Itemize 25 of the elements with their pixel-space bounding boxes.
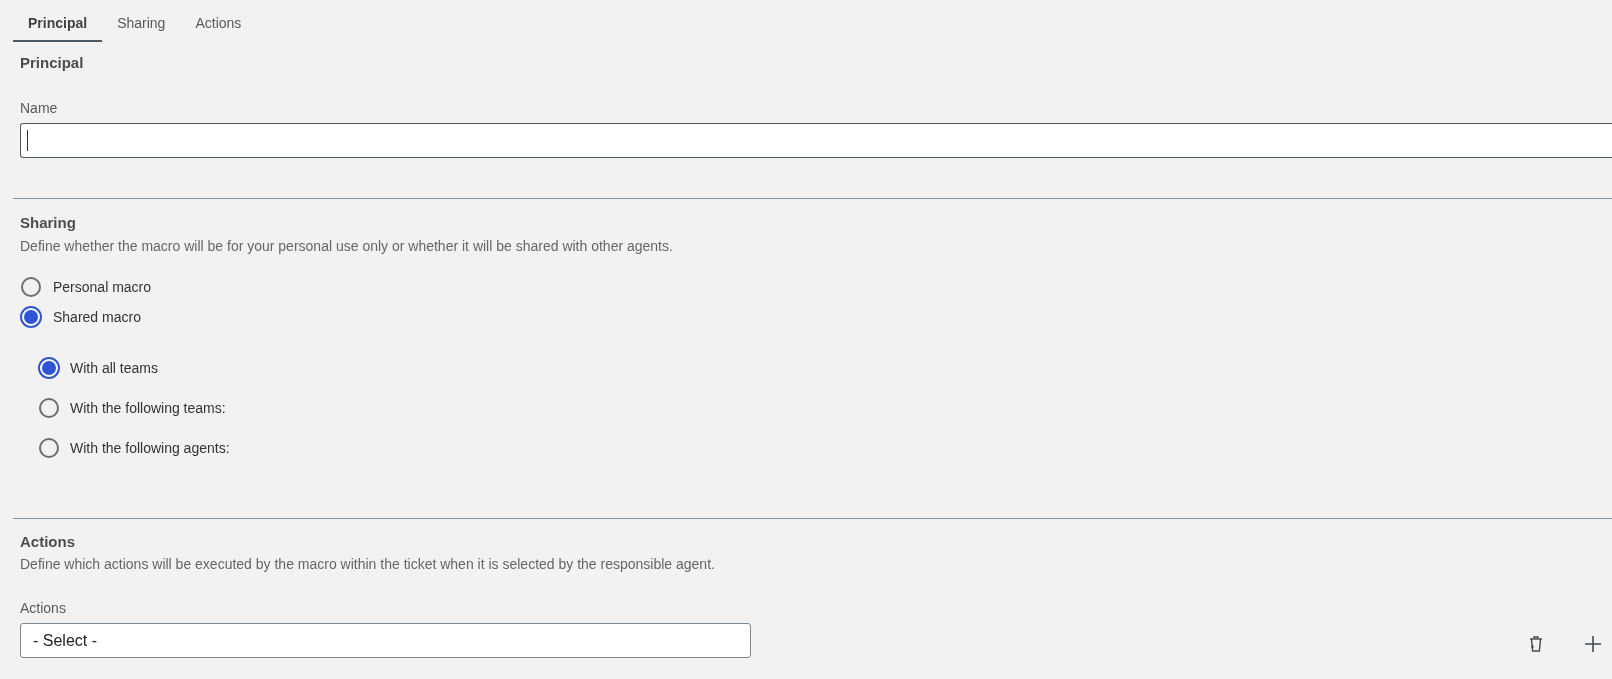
field-label: Actions [20, 600, 66, 616]
section-heading: Sharing [20, 214, 76, 232]
actions-select-field[interactable]: - Select - [20, 623, 751, 658]
section-heading: Principal [20, 54, 84, 72]
radio-button[interactable] [21, 277, 41, 297]
option-label[interactable]: With the following agents: [70, 440, 230, 456]
name-input-field[interactable] [20, 123, 1612, 158]
section-heading: Actions [20, 533, 75, 551]
radio-button[interactable] [39, 398, 59, 418]
radio-button[interactable] [38, 357, 60, 379]
option-label[interactable]: Shared macro [53, 309, 141, 325]
field-label: Name [20, 100, 58, 116]
section-description: Define which actions will be executed by the macro within the ticket when it is selected by the responsible agent. [20, 556, 715, 572]
text-cursor [27, 130, 28, 151]
section-description: Define whether the macro will be for your personal use only or whether it will be shared with other agents. [20, 238, 673, 254]
delete-icon[interactable] [1529, 635, 1543, 652]
radio-button[interactable] [20, 306, 42, 328]
option-label[interactable]: With all teams [70, 360, 158, 376]
option-label[interactable]: With the following teams: [70, 400, 226, 416]
radio-button[interactable] [39, 438, 59, 458]
tab[interactable]: Actions [180, 0, 257, 42]
tab[interactable]: Sharing [102, 0, 181, 42]
option-label[interactable]: Personal macro [53, 279, 152, 295]
tab[interactable]: Principal [13, 0, 103, 42]
add-icon[interactable] [1585, 635, 1601, 652]
